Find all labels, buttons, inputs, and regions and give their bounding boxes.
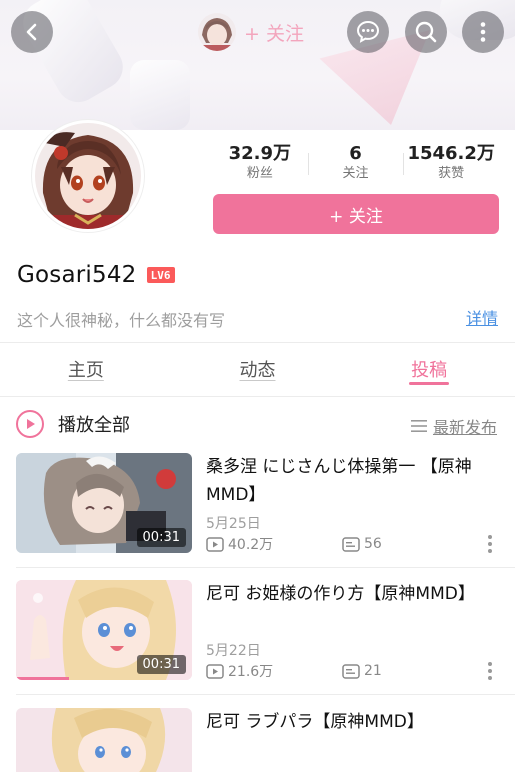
video-item[interactable]: 00:31 尼可 お姫様の作り方【原神MMD】 5月22日 21.6万 21	[16, 580, 499, 684]
header-follow-label: + 关注	[244, 22, 304, 45]
more-vertical-icon[interactable]	[485, 533, 495, 555]
stat-label: 关注	[342, 166, 369, 181]
active-tab-indicator	[409, 382, 450, 385]
tab-home[interactable]: 主页	[0, 343, 172, 395]
tab-label: 动态	[239, 360, 276, 381]
danmaku-icon	[342, 536, 360, 552]
stat-followers[interactable]: 32.9万 粉丝	[212, 143, 308, 183]
play-count-icon	[206, 536, 224, 552]
more-vertical-icon[interactable]	[485, 660, 495, 682]
divider	[0, 396, 515, 397]
profile-tabs: 主页 动态 投稿	[0, 343, 515, 395]
video-title[interactable]: 尼可 ラブパラ【原神MMD】	[206, 708, 498, 736]
play-count-icon	[206, 663, 224, 679]
views-count: 40.2万	[228, 537, 274, 553]
tab-dynamics[interactable]: 动态	[172, 343, 344, 395]
header-avatar	[198, 13, 236, 51]
divider	[16, 694, 515, 695]
play-all-button[interactable]: 播放全部	[16, 410, 130, 438]
search-icon	[415, 21, 437, 43]
views-count: 21.6万	[228, 664, 274, 680]
play-circle-icon	[16, 410, 44, 438]
list-icon	[410, 420, 427, 432]
username: Gosari542	[17, 262, 137, 288]
video-title[interactable]: 尼可 お姫様の作り方【原神MMD】	[206, 580, 498, 608]
video-item[interactable]: 00:31 桑多涅 にじさんじ体操第一 【原神MMD】 5月25日 40.2万 …	[16, 453, 499, 557]
chat-bubble-icon	[356, 20, 380, 43]
divider	[16, 567, 515, 568]
video-danmaku: 56	[342, 536, 382, 552]
video-thumbnail[interactable]: 00:31	[16, 580, 192, 680]
back-button[interactable]	[11, 11, 53, 53]
tab-label: 投稿	[411, 360, 448, 381]
video-views: 21.6万	[206, 661, 342, 681]
video-item[interactable]: 尼可 ラブパラ【原神MMD】	[16, 708, 499, 772]
danmaku-count: 21	[364, 663, 382, 679]
video-thumbnail[interactable]: 00:31	[16, 453, 192, 553]
chevron-left-icon	[26, 23, 37, 41]
video-date: 5月22日	[206, 643, 261, 659]
video-title[interactable]: 桑多涅 にじさんじ体操第一 【原神MMD】	[206, 453, 498, 509]
user-signature: 这个人很神秘，什么都没有写	[17, 311, 226, 330]
banner-decoration	[130, 60, 190, 130]
stat-label: 粉丝	[246, 166, 273, 181]
video-duration: 00:31	[136, 655, 186, 674]
username-row: Gosari542 LV6	[17, 262, 175, 288]
more-button[interactable]	[462, 11, 504, 53]
tab-uploads[interactable]: 投稿	[343, 343, 515, 395]
danmaku-icon	[342, 663, 360, 679]
sort-selector[interactable]: 最新发布	[410, 414, 497, 438]
tab-label: 主页	[67, 360, 104, 381]
video-stats: 21.6万 21	[206, 660, 499, 682]
avatar[interactable]	[32, 120, 144, 232]
video-duration: 00:31	[136, 528, 186, 547]
play-all-label: 播放全部	[58, 415, 130, 436]
danmaku-count: 56	[364, 536, 382, 552]
follow-button[interactable]: + 关注	[213, 194, 499, 234]
profile-stats: 32.9万 粉丝 6 关注 1546.2万 获赞	[212, 143, 499, 183]
stat-value: 6	[349, 143, 362, 164]
level-badge: LV6	[146, 267, 175, 283]
more-vertical-icon	[480, 22, 486, 42]
watch-progress-bar	[16, 677, 69, 680]
stat-value: 1546.2万	[407, 143, 495, 164]
stat-following[interactable]: 6 关注	[307, 143, 404, 183]
stat-value: 32.9万	[228, 143, 292, 164]
video-danmaku: 21	[342, 663, 382, 679]
details-link[interactable]: 详情	[466, 305, 498, 329]
stat-label: 获赞	[438, 166, 465, 181]
stat-likes[interactable]: 1546.2万 获赞	[403, 143, 499, 183]
message-button[interactable]	[347, 11, 389, 53]
search-button[interactable]	[405, 11, 447, 53]
video-views: 40.2万	[206, 534, 342, 554]
video-date: 5月25日	[206, 516, 261, 532]
header-follow[interactable]: + 关注	[198, 12, 304, 52]
video-stats: 40.2万 56	[206, 533, 499, 555]
video-thumbnail[interactable]	[16, 708, 192, 772]
sort-label: 最新发布	[432, 418, 497, 437]
